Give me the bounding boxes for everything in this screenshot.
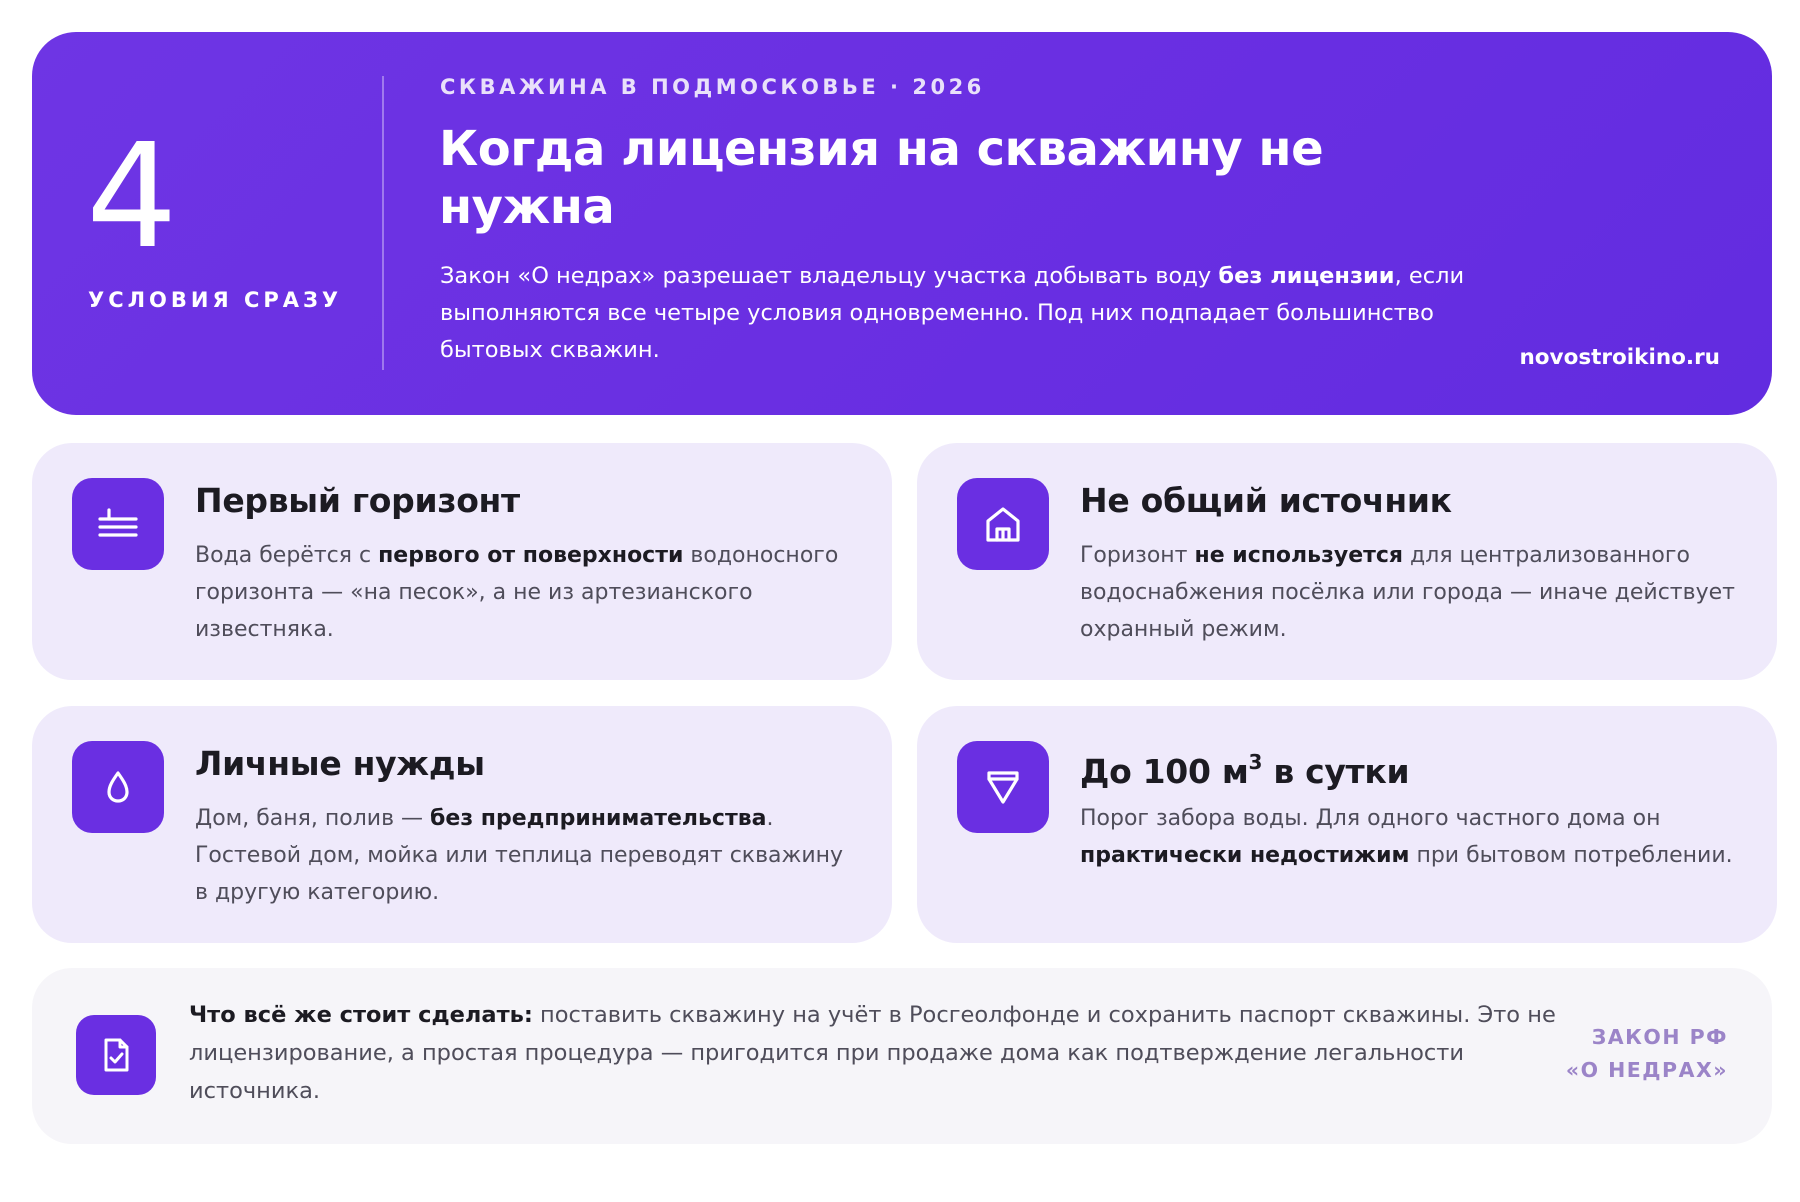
- water-drop-icon: [72, 741, 164, 833]
- condition-card-volume-limit: До 100 м3 в сутки Порог забора воды. Для…: [917, 706, 1777, 943]
- page-title: Когда лицензия на скважину не нужна: [439, 121, 1324, 235]
- advice-text: Что всё же стоит сделать: поставить сква…: [189, 996, 1559, 1110]
- card-text-bold: не используется: [1194, 543, 1404, 568]
- conditions-count-label: УСЛОВИЯ СРАЗУ: [88, 288, 343, 312]
- advice-lead: Что всё же стоит сделать:: [189, 1002, 533, 1028]
- card-title-superscript: 3: [1248, 750, 1263, 774]
- card-text-part: при бытовом потреблении.: [1409, 843, 1733, 868]
- card-title: Не общий источник: [1080, 481, 1452, 520]
- hero-banner: 4 УСЛОВИЯ СРАЗУ СКВАЖИНА В ПОДМОСКОВЬЕ ·…: [32, 32, 1772, 415]
- card-title-text: До 100 м: [1080, 752, 1249, 791]
- card-text-bold: практически недостижим: [1080, 843, 1410, 868]
- condition-card-first-horizon: Первый горизонт Вода берётся с первого о…: [32, 443, 892, 680]
- card-title: До 100 м3 в сутки: [1080, 742, 1740, 794]
- law-reference: ЗАКОН РФ «О НЕДРАХ»: [1566, 1021, 1728, 1087]
- funnel-limit-icon: [957, 741, 1049, 833]
- condition-card-not-shared-source: Не общий источник Горизонт не использует…: [917, 443, 1777, 680]
- conditions-count: 4: [86, 112, 178, 280]
- card-text: Порог забора воды. Для одного частного д…: [1080, 800, 1740, 874]
- hero-eyebrow: СКВАЖИНА В ПОДМОСКОВЬЕ · 2026: [440, 75, 985, 99]
- card-text: Вода берётся с первого от поверхности во…: [195, 537, 855, 648]
- law-reference-line: «О НЕДРАХ»: [1565, 1058, 1728, 1082]
- card-text: Дом, баня, полив — без предпринимательст…: [195, 800, 855, 911]
- hero-desc-bold: без лицензии: [1218, 263, 1395, 289]
- hero-divider: [382, 76, 384, 370]
- advice-note: Что всё же стоит сделать: поставить сква…: [32, 968, 1772, 1144]
- card-title: Первый горизонт: [195, 481, 520, 520]
- card-title: Личные нужды: [195, 744, 485, 783]
- card-text: Горизонт не используется для централизов…: [1080, 537, 1740, 648]
- document-check-icon: [76, 1015, 156, 1095]
- card-text-part: Горизонт: [1080, 543, 1195, 568]
- condition-card-personal-needs: Личные нужды Дом, баня, полив — без пред…: [32, 706, 892, 943]
- card-text-part: Дом, баня, полив —: [195, 806, 431, 831]
- card-text-part: Порог забора воды. Для одного частного д…: [1080, 806, 1661, 831]
- layers-icon: [72, 478, 164, 570]
- card-title-text-end: в сутки: [1262, 752, 1410, 791]
- house-icon: [957, 478, 1049, 570]
- card-text-part: Вода берётся с: [195, 543, 379, 568]
- hero-description: Закон «О недрах» разрешает владельцу уча…: [440, 258, 1480, 369]
- law-reference-line: ЗАКОН РФ: [1591, 1025, 1728, 1049]
- site-link[interactable]: novostroikino.ru: [1519, 345, 1720, 370]
- card-text-bold: первого от поверхности: [378, 543, 684, 568]
- hero-desc-text: Закон «О недрах» разрешает владельцу уча…: [440, 263, 1219, 289]
- card-text-bold: без предпринимательства: [430, 806, 767, 831]
